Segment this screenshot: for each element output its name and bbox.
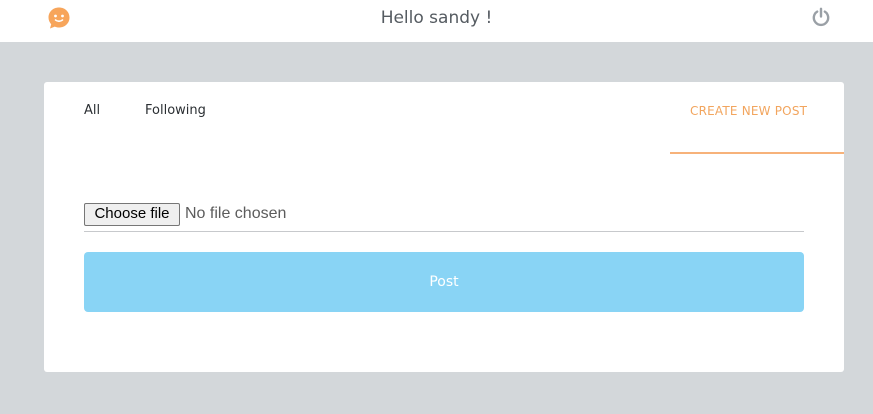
tab-all[interactable]: All: [84, 102, 100, 120]
tab-create-new-post[interactable]: CREATE NEW POST: [670, 82, 844, 154]
post-button[interactable]: Post: [84, 252, 804, 312]
post-card: All Following CREATE NEW POST Choose fil…: [44, 82, 844, 372]
top-bar: Hello sandy !: [0, 0, 873, 42]
power-icon[interactable]: [811, 7, 831, 27]
tab-following[interactable]: Following: [145, 102, 206, 120]
file-status-text: No file chosen: [185, 205, 287, 222]
choose-file-button[interactable]: Choose file: [84, 203, 180, 226]
tab-create-label: CREATE NEW POST: [690, 104, 808, 118]
file-upload-field: Choose file No file chosen: [84, 202, 804, 232]
greeting-text: Hello sandy !: [380, 8, 493, 28]
